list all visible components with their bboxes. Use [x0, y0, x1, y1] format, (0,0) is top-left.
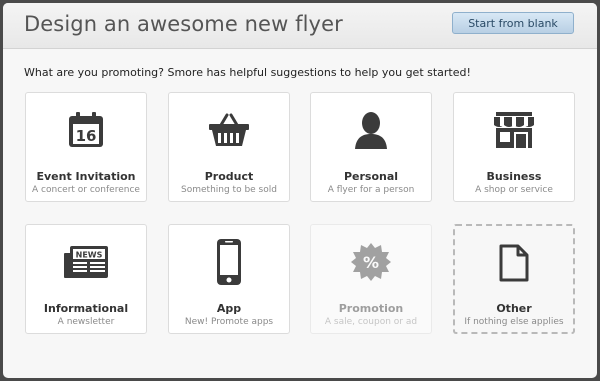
svg-text:NEWS: NEWS [76, 251, 103, 260]
phone-icon [169, 239, 289, 285]
calendar-icon: 16 [26, 109, 146, 151]
card-label: Business [486, 170, 542, 183]
person-icon [311, 109, 431, 151]
svg-text:16: 16 [76, 127, 97, 145]
card-label: Promotion [338, 302, 404, 315]
card-label: Product [204, 170, 254, 183]
card-description: If nothing else applies [464, 317, 564, 327]
card-description: A concert or conference [32, 185, 140, 195]
newspaper-icon: NEWS [26, 241, 146, 283]
card-label: Event Invitation [36, 170, 136, 183]
category-card-app[interactable]: App New! Promote apps [168, 224, 290, 334]
svg-text:%: % [363, 253, 379, 272]
card-description: Something to be sold [181, 185, 277, 195]
card-description: A sale, coupon or ad [324, 317, 418, 327]
category-card-product[interactable]: Product Something to be sold [168, 92, 290, 202]
document-icon [455, 242, 573, 284]
storefront-icon [454, 109, 574, 151]
card-label: App [216, 302, 242, 315]
new-flyer-dialog: Design an awesome new flyer Start from b… [3, 3, 597, 378]
percent-badge-icon: % [311, 241, 431, 283]
start-from-blank-button[interactable]: Start from blank [452, 12, 574, 34]
card-description: New! Promote apps [184, 317, 274, 327]
category-card-informational[interactable]: NEWS Informational A newsletter [25, 224, 147, 334]
card-description: A flyer for a person [327, 185, 415, 195]
card-description: A shop or service [475, 185, 553, 195]
dialog-header: Design an awesome new flyer Start from b… [3, 3, 597, 49]
card-label: Other [496, 302, 532, 315]
category-card-personal[interactable]: Personal A flyer for a person [310, 92, 432, 202]
dialog-title: Design an awesome new flyer [24, 12, 343, 36]
category-card-business[interactable]: Business A shop or service [453, 92, 575, 202]
category-card-other[interactable]: Other If nothing else applies [453, 224, 575, 334]
category-card-promotion: % Promotion A sale, coupon or ad [310, 224, 432, 334]
category-card-event-invitation[interactable]: 16 Event Invitation A concert or confere… [25, 92, 147, 202]
card-label: Informational [43, 302, 129, 315]
card-label: Personal [343, 170, 399, 183]
card-description: A newsletter [57, 317, 115, 327]
prompt-text: What are you promoting? Smore has helpfu… [24, 66, 471, 79]
basket-icon [169, 109, 289, 151]
